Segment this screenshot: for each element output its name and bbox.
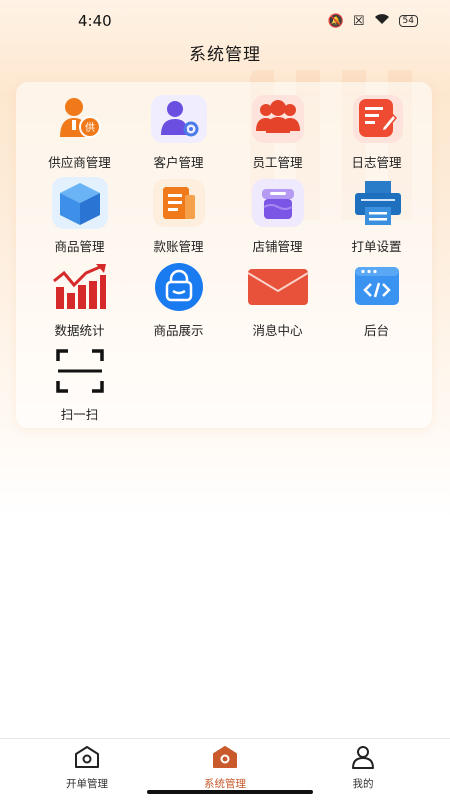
menu-item-supplier[interactable]: 供 供应商管理 — [30, 90, 129, 174]
menu-item-label: 打单设置 — [351, 239, 402, 254]
mute-icon: 🔕 — [327, 13, 344, 29]
menu-item-log[interactable]: 日志管理 — [327, 90, 426, 174]
menu-item-label: 款账管理 — [153, 239, 204, 254]
shopping-bag-icon — [147, 258, 211, 316]
menu-item-label: 商品管理 — [54, 239, 105, 254]
menu-item-scan[interactable]: 扫一扫 — [30, 342, 129, 426]
menu-item-label: 客户管理 — [153, 155, 204, 170]
status-icons: 🔕 ☒ 54 — [328, 13, 418, 29]
status-bar: 4:40 🔕 ☒ 54 — [0, 0, 450, 42]
log-icon — [345, 90, 409, 148]
menu-item-store[interactable]: 店铺管理 — [228, 174, 327, 258]
menu-item-stats[interactable]: 数据统计 — [30, 258, 129, 342]
mail-icon — [246, 258, 310, 316]
product-box-icon — [48, 174, 112, 232]
home-indicator — [147, 790, 313, 794]
menu-item-showcase[interactable]: 商品展示 — [129, 258, 228, 342]
tab-label: 系统管理 — [204, 778, 246, 790]
tab-label: 我的 — [352, 778, 374, 790]
menu-item-label: 后台 — [363, 323, 389, 338]
menu-item-label: 日志管理 — [351, 155, 402, 170]
menu-item-product[interactable]: 商品管理 — [30, 174, 129, 258]
menu-item-label: 扫一扫 — [60, 407, 99, 422]
menu-item-label: 数据统计 — [54, 323, 105, 338]
menu-item-print-settings[interactable]: 打单设置 — [327, 174, 426, 258]
menu-item-staff[interactable]: 员工管理 — [228, 90, 327, 174]
menu-item-customer[interactable]: 客户管理 — [129, 90, 228, 174]
tab-order-management[interactable]: 开单管理 — [37, 739, 137, 800]
menu-item-label: 消息中心 — [252, 323, 303, 338]
store-icon — [246, 174, 310, 232]
menu-item-label: 店铺管理 — [252, 239, 303, 254]
menu-grid: 供 供应商管理 客户管理 员工管理 日志管理 商品管理 款账管理 店铺管理 打单… — [30, 90, 426, 426]
wifi-icon — [374, 13, 390, 29]
page-title: 系统管理 — [189, 45, 261, 65]
menu-item-label: 员工管理 — [252, 155, 303, 170]
account-icon — [147, 174, 211, 232]
menu-item-account[interactable]: 款账管理 — [129, 174, 228, 258]
person-icon — [350, 745, 376, 773]
house-outline-icon — [74, 745, 100, 773]
house-filled-icon — [212, 745, 238, 773]
svg-text:供: 供 — [85, 121, 95, 134]
menu-item-messages[interactable]: 消息中心 — [228, 258, 327, 342]
printer-icon — [345, 174, 409, 232]
no-sim-icon: ☒ — [352, 13, 365, 29]
stats-chart-icon — [48, 258, 112, 316]
status-time: 4:40 — [78, 12, 112, 30]
menu-item-label: 供应商管理 — [48, 155, 111, 170]
scan-icon — [48, 342, 112, 400]
staff-icon — [246, 90, 310, 148]
supplier-icon: 供 — [48, 90, 112, 148]
battery-icon: 54 — [398, 15, 418, 27]
customer-icon — [147, 90, 211, 148]
menu-item-backend[interactable]: 后台 — [327, 258, 426, 342]
code-window-icon — [345, 258, 409, 316]
tab-mine[interactable]: 我的 — [313, 739, 413, 800]
tab-label: 开单管理 — [66, 778, 108, 790]
menu-item-label: 商品展示 — [153, 323, 204, 338]
